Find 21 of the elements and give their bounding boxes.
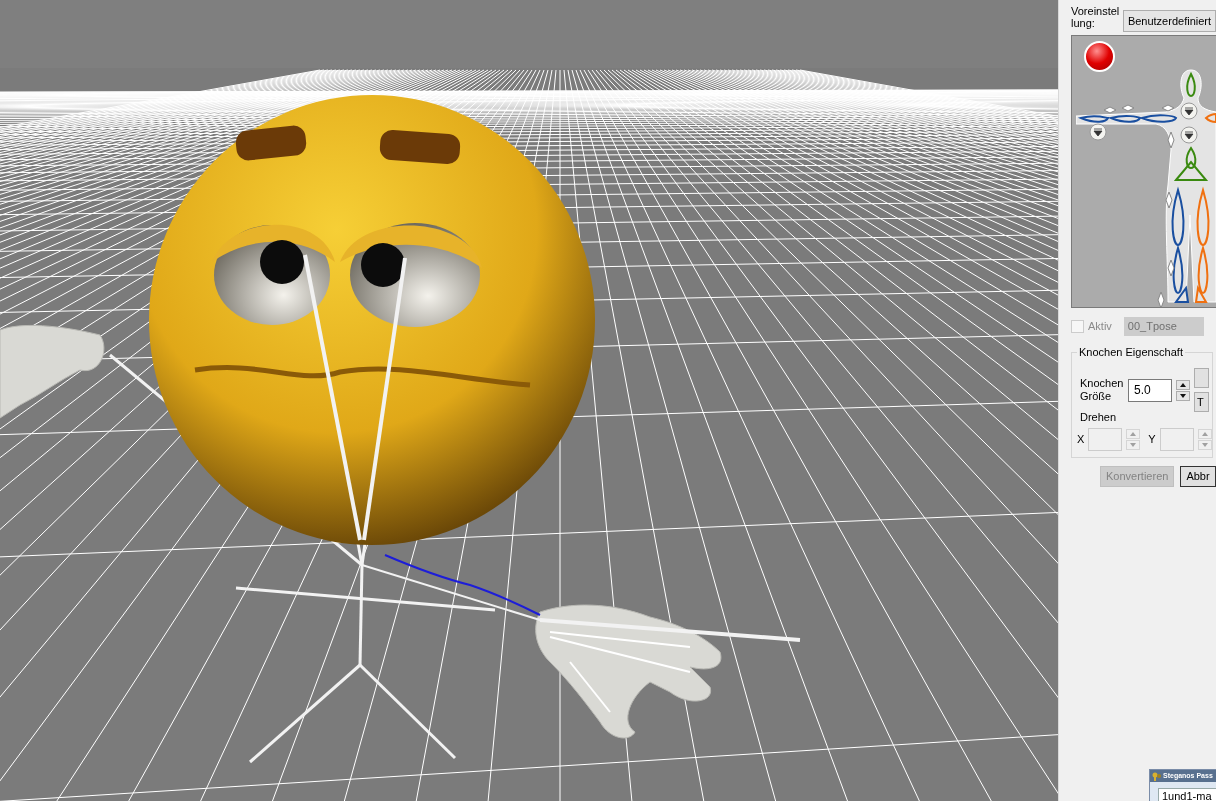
keys-icon bbox=[1152, 771, 1161, 781]
axis-label: Y bbox=[1148, 432, 1156, 448]
bone-size-label: Knochen Größe bbox=[1080, 377, 1124, 403]
side-button[interactable]: T bbox=[1194, 392, 1209, 412]
up-arrow-icon bbox=[1180, 382, 1186, 387]
aktiv-label: Aktiv bbox=[1088, 319, 1112, 335]
down-arrow-icon bbox=[1180, 393, 1186, 398]
window-field[interactable]: 1und1-ma bbox=[1158, 788, 1216, 801]
spinner[interactable] bbox=[1176, 379, 1190, 401]
down-arrow-icon bbox=[1130, 443, 1137, 447]
down-arrow-icon bbox=[1201, 443, 1208, 447]
group-title: Knochen Eigenschaft bbox=[1077, 345, 1185, 359]
preset-label: Voreinstellung: bbox=[1071, 5, 1121, 29]
preset-dropdown[interactable]: Benutzerdefiniert bbox=[1122, 10, 1216, 32]
up-arrow-icon bbox=[1130, 432, 1137, 436]
bone-size-input[interactable]: 5.0 bbox=[1128, 378, 1172, 402]
up-arrow-icon bbox=[1201, 432, 1208, 436]
rotate-label: Drehen bbox=[1080, 410, 1118, 424]
axis-label: X bbox=[1077, 432, 1085, 448]
record-icon[interactable] bbox=[1084, 41, 1115, 72]
action-button[interactable]: Abbr bbox=[1180, 466, 1216, 487]
